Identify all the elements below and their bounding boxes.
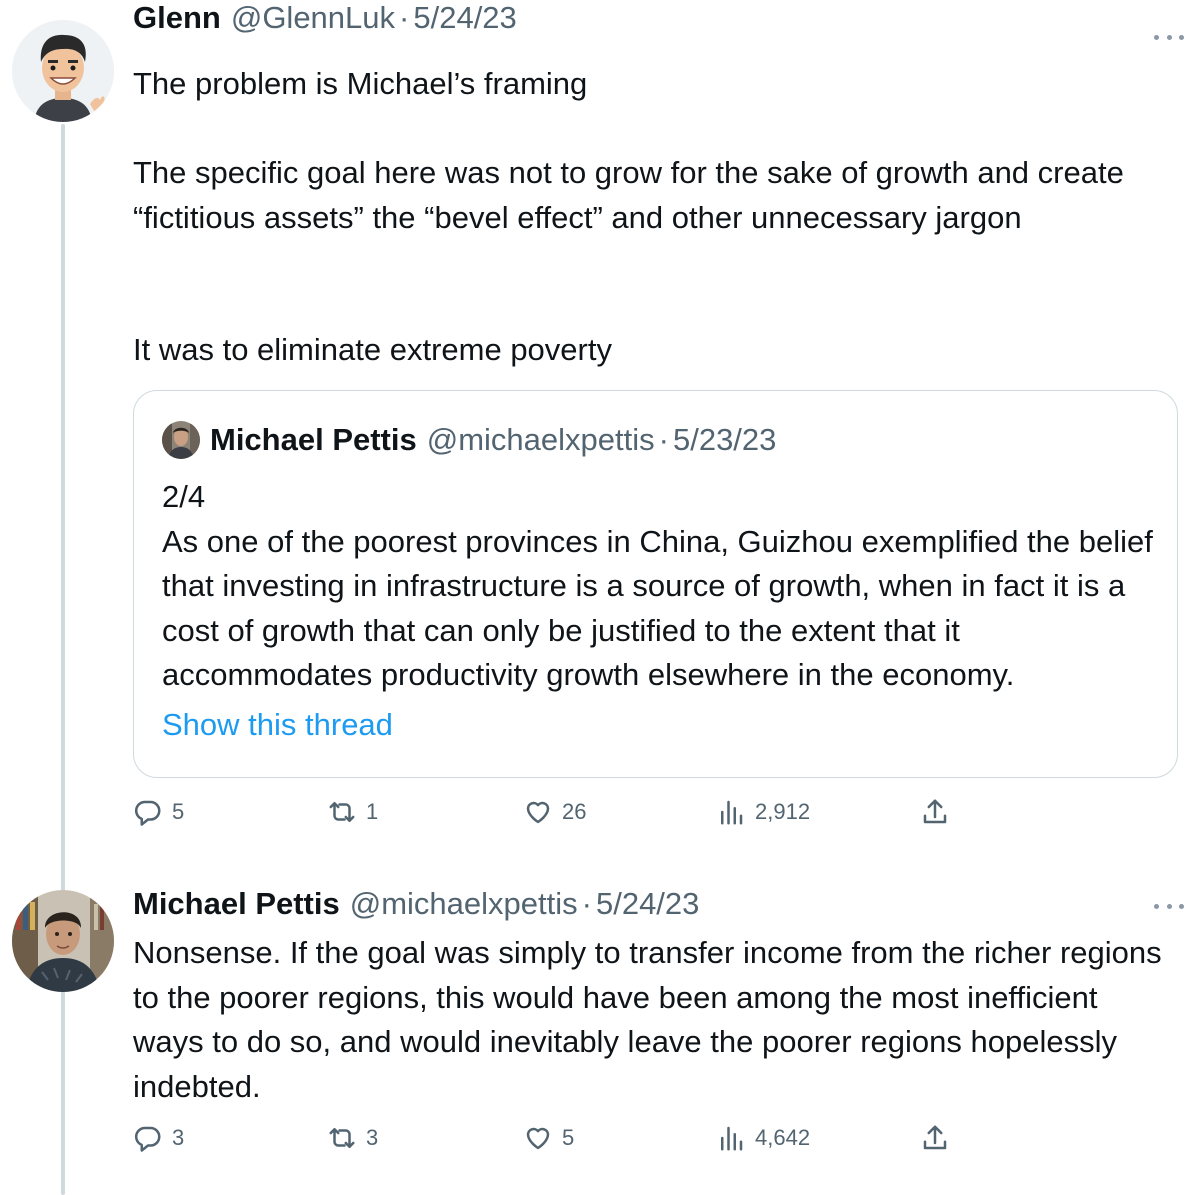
tweet-text-paragraph: The specific goal here was not to grow f…	[133, 155, 1124, 235]
tweet-actions: 5 1 26 2,912	[133, 797, 963, 837]
like-count: 26	[562, 799, 587, 824]
quoted-tweet-text: 2/4 As one of the poorest provinces in C…	[162, 475, 1162, 698]
retweet-icon	[329, 802, 355, 822]
tweet-text-line: It was to eliminate extreme poverty	[133, 332, 612, 367]
tweet-header: Glenn @GlennLuk · 5/24/23	[133, 0, 517, 36]
separator-dot: ·	[581, 886, 592, 921]
tweet-date[interactable]: 5/24/23	[596, 886, 699, 922]
tweet-text-paragraph: Nonsense. If the goal was simply to tran…	[133, 935, 1162, 1104]
retweet-button[interactable]: 3	[327, 1123, 378, 1153]
show-thread-link[interactable]: Show this thread	[162, 707, 393, 743]
tweet-header: Michael Pettis @michaelxpettis · 5/24/23	[133, 886, 699, 922]
reply-count: 3	[172, 1125, 185, 1150]
views-button[interactable]: 4,642	[716, 1123, 810, 1153]
more-icon[interactable]	[1154, 32, 1184, 42]
portrait-avatar-icon	[12, 890, 114, 992]
like-icon	[526, 1127, 550, 1150]
quoted-tweet-date: 5/23/23	[672, 422, 777, 457]
separator-dot: ·	[658, 422, 669, 457]
tweet-text-line: The problem is Michael’s framing	[133, 66, 588, 101]
quoted-thread-index: 2/4	[162, 479, 206, 514]
retweet-button[interactable]: 1	[327, 797, 378, 827]
reply-button[interactable]: 5	[133, 797, 184, 827]
author-name[interactable]: Michael Pettis	[133, 886, 340, 922]
quoted-text-body: As one of the poorest provinces in China…	[162, 523, 1153, 693]
share-button[interactable]	[920, 1123, 959, 1153]
share-icon	[923, 799, 947, 824]
avatar[interactable]	[12, 20, 114, 122]
views-button[interactable]: 2,912	[716, 797, 810, 827]
retweet-count: 3	[366, 1125, 379, 1150]
share-icon	[923, 1125, 947, 1150]
tweet-actions: 3 3 5 4,642	[133, 1123, 963, 1163]
quoted-author-name[interactable]: Michael Pettis	[210, 422, 417, 458]
like-icon	[526, 801, 550, 824]
portrait-avatar-icon	[162, 421, 200, 459]
views-icon	[721, 800, 743, 825]
quoted-tweet-header: Michael Pettis @michaelxpettis · 5/23/23	[162, 421, 776, 459]
author-name[interactable]: Glenn	[133, 0, 221, 36]
retweet-icon	[329, 1128, 355, 1148]
more-icon[interactable]	[1154, 901, 1184, 911]
like-button[interactable]: 26	[523, 797, 586, 827]
author-handle[interactable]: @michaelxpettis	[350, 886, 578, 922]
views-count: 2,912	[755, 799, 811, 824]
tweet-date[interactable]: 5/24/23	[413, 0, 516, 36]
like-button[interactable]: 5	[523, 1123, 574, 1153]
share-button[interactable]	[920, 797, 959, 827]
reply-icon	[134, 800, 161, 826]
views-icon	[721, 1126, 743, 1151]
retweet-count: 1	[366, 799, 379, 824]
quoted-author-handle[interactable]: @michaelxpettis	[427, 422, 655, 458]
reply-button[interactable]: 3	[133, 1123, 184, 1153]
quoted-avatar	[162, 421, 200, 459]
reply-count: 5	[172, 799, 185, 824]
reply-icon	[134, 1126, 161, 1152]
like-count: 5	[562, 1125, 575, 1150]
quoted-tweet-card[interactable]: Michael Pettis @michaelxpettis · 5/23/23…	[133, 390, 1178, 778]
memoji-avatar-icon	[12, 20, 114, 122]
thread-connector-line	[61, 124, 65, 1195]
separator-dot: ·	[399, 0, 410, 35]
author-handle[interactable]: @GlennLuk	[231, 0, 395, 36]
views-count: 4,642	[755, 1125, 811, 1150]
avatar[interactable]	[12, 890, 114, 992]
